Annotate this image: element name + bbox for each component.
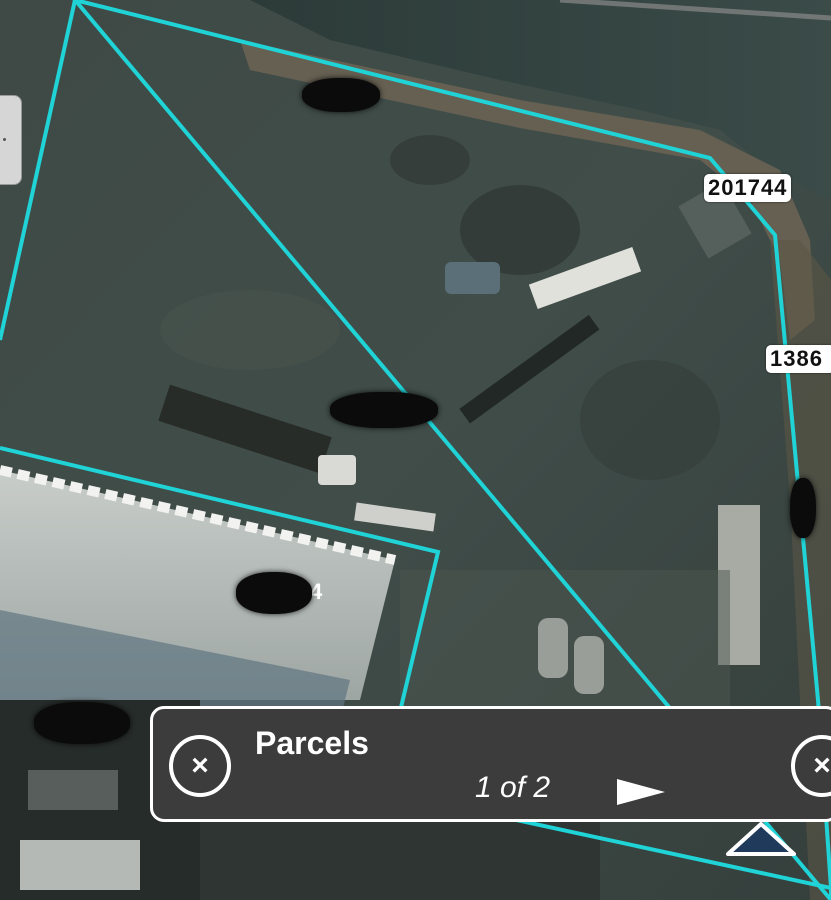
lot-stain [390, 135, 470, 185]
play-arrow-icon[interactable] [617, 779, 665, 805]
redacted-label [236, 572, 312, 614]
parcels-popup: × Parcels 1 of 2 × [150, 706, 831, 822]
lower-building [200, 820, 600, 900]
redacted-label [302, 78, 380, 112]
adjacent-lot [400, 570, 730, 710]
result-counter: 1 of 2 [475, 771, 551, 804]
vehicle [445, 262, 500, 294]
close-icon[interactable]: × [791, 735, 831, 797]
chevron-up-icon[interactable] [726, 820, 796, 856]
lot-stain [580, 360, 720, 480]
lower-roof [28, 770, 118, 810]
parcel-label[interactable]: 1386 [766, 345, 831, 373]
side-panel-handle[interactable] [0, 95, 22, 185]
parcel-label[interactable]: 201744 [704, 174, 792, 202]
redacted-label [330, 392, 438, 428]
redacted-label [790, 478, 816, 538]
truck-cab [318, 455, 356, 485]
lot-stain [460, 185, 580, 275]
lower-roof [20, 840, 140, 890]
lot-stain [160, 290, 340, 370]
popup-title: Parcels [255, 725, 369, 761]
close-icon[interactable]: × [169, 735, 231, 797]
redacted-label [34, 702, 130, 744]
